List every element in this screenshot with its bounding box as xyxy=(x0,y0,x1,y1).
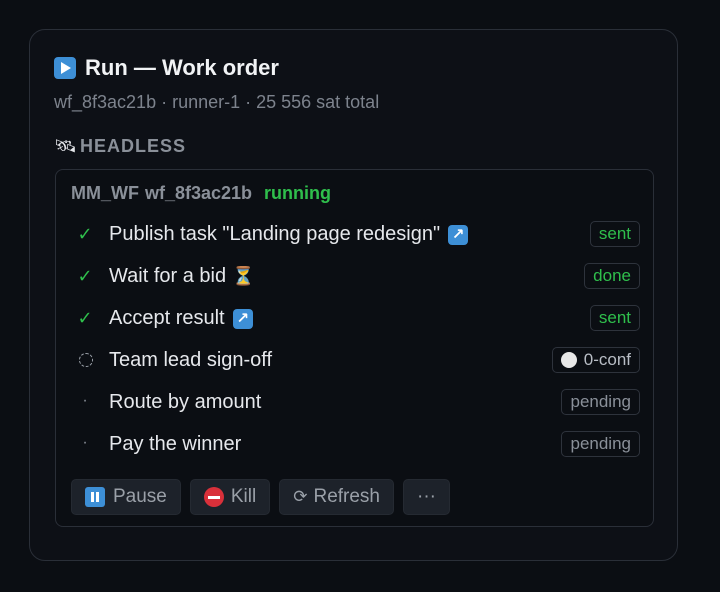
step-row: · Route by amount pending xyxy=(56,382,655,424)
run-subtitle: wf_8f3ac21b · runner-1 · 25 556 sat tota… xyxy=(54,92,380,112)
play-icon xyxy=(54,57,76,79)
pending-dot-icon: · xyxy=(82,392,88,409)
workflow-status: running xyxy=(264,183,332,203)
kill-button[interactable]: Kill xyxy=(189,479,271,515)
status-badge: sent xyxy=(589,221,640,247)
hourglass-icon: ⏳ xyxy=(232,266,255,286)
external-link-icon[interactable]: ↗ xyxy=(448,224,469,245)
spinner-icon xyxy=(79,353,93,367)
step-row: ✓ Accept result ↗ sent xyxy=(56,298,655,340)
workflow-id: wf_8f3ac21b xyxy=(144,183,253,203)
refresh-icon: ⟳ xyxy=(293,487,308,506)
run-card: Run — Work order wf_8f3ac21b · runner-1 … xyxy=(29,29,678,561)
no-entry-icon xyxy=(203,487,224,507)
action-bar: Pause Kill ⟳ Refresh ··· xyxy=(71,479,459,515)
title-row: Run — Work order xyxy=(54,55,279,81)
workflow-header: MM_WF wf_8f3ac21b running xyxy=(71,183,331,204)
page-title: Run — Work order xyxy=(85,55,279,80)
check-icon: ✓ xyxy=(77,266,93,286)
check-icon: ✓ xyxy=(77,308,93,328)
pending-dot-icon: · xyxy=(82,434,88,451)
step-label-text: Wait for a bid xyxy=(109,265,227,287)
confirmation-text: 0-conf xyxy=(583,350,631,369)
confirmation-badge: 0-conf xyxy=(551,347,640,373)
step-row: Team lead sign-off 0-conf xyxy=(56,340,655,382)
step-label: Accept result ↗ xyxy=(109,307,253,330)
status-badge: sent xyxy=(589,305,640,331)
external-link-icon[interactable]: ↗ xyxy=(232,308,253,329)
check-icon: ✓ xyxy=(77,224,93,244)
status-badge: pending xyxy=(561,431,640,457)
step-label-text: Publish task "Landing page redesign" xyxy=(109,223,441,245)
more-icon: ··· xyxy=(417,486,436,507)
step-label: Publish task "Landing page redesign" ↗ xyxy=(109,223,469,246)
workflow-panel: MM_WF wf_8f3ac21b running ✓ Publish task… xyxy=(55,169,654,527)
step-label: Pay the winner xyxy=(109,433,242,455)
pause-button[interactable]: Pause xyxy=(71,479,181,515)
kill-label: Kill xyxy=(230,486,257,507)
mode-label: HEADLESS xyxy=(80,136,187,156)
white-circle-icon xyxy=(560,352,577,368)
pause-icon xyxy=(85,487,105,507)
step-row: · Pay the winner pending xyxy=(56,424,655,466)
step-row: ✓ Wait for a bid ⏳ done xyxy=(56,256,655,298)
status-badge: done xyxy=(584,263,640,289)
pause-label: Pause xyxy=(113,486,167,507)
mode-row: 🛰 HEADLESS xyxy=(54,136,186,157)
satellite-icon: 🛰 xyxy=(54,136,77,156)
more-button[interactable]: ··· xyxy=(403,479,450,515)
step-label-text: Accept result xyxy=(109,307,225,329)
step-label: Wait for a bid ⏳ xyxy=(109,265,255,288)
refresh-button[interactable]: ⟳ Refresh xyxy=(279,479,394,515)
step-label: Team lead sign-off xyxy=(109,349,273,371)
step-row: ✓ Publish task "Landing page redesign" ↗… xyxy=(56,214,655,256)
step-label: Route by amount xyxy=(109,391,262,413)
workflow-type: MM_WF xyxy=(71,183,139,203)
status-badge: pending xyxy=(561,389,640,415)
refresh-label: Refresh xyxy=(313,486,380,507)
